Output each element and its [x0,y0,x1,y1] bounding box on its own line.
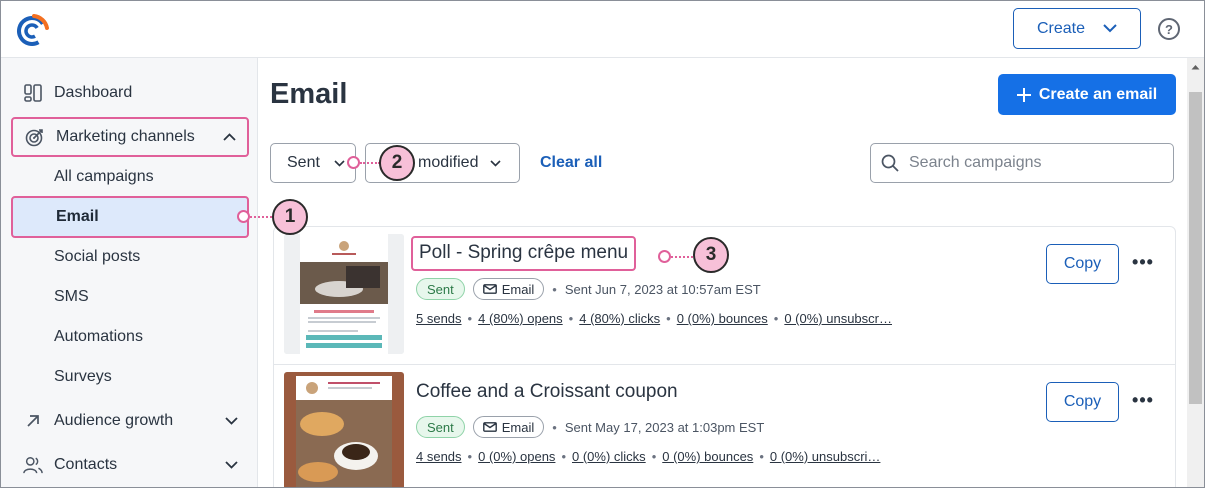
status-filter-dropdown[interactable]: Sent [270,143,356,183]
vertical-scrollbar[interactable] [1187,58,1204,487]
scroll-up-arrow-icon[interactable] [1190,61,1201,72]
chevron-up-icon [223,133,237,141]
help-icon[interactable]: ? [1158,18,1180,40]
sidebar-item-label: Surveys [54,368,112,385]
sent-date: Sent Jun 7, 2023 at 10:57am EST [564,281,761,297]
type-badge-label: Email [501,419,535,435]
sidebar-item-audience-growth[interactable]: Audience growth [11,402,249,440]
callout-3-badge: 3 [693,237,729,273]
envelope-icon [482,422,497,432]
sidebar-item-label: SMS [54,288,89,305]
stat-opens[interactable]: 4 (80%) opens [478,311,563,326]
campaign-stats: 4 sends • 0 (0%) opens • 0 (0%) clicks • 0 … [416,449,881,464]
page-title: Email [270,78,348,110]
search-input[interactable] [909,154,1159,172]
scrollbar-thumb[interactable] [1189,92,1202,404]
plus-icon [1016,87,1031,102]
type-badge: Email [472,278,545,300]
callout-3-anchor [658,250,671,263]
sidebar-item-surveys[interactable]: Surveys [11,357,249,397]
callout-1-badge: 1 [272,199,308,235]
email-preview-image [284,234,404,354]
chevron-down-icon [1103,24,1117,33]
sidebar-item-email[interactable]: Email [11,196,249,238]
sent-date: Sent May 17, 2023 at 1:03pm EST [564,419,765,435]
email-thumbnail[interactable] [284,234,404,354]
sidebar-item-contacts[interactable]: Contacts [11,446,249,484]
callout-1-connector [250,216,272,218]
sidebar-item-sms[interactable]: SMS [11,277,249,317]
campaign-badges: Sent Email • Sent May 17, 2023 at 1:03pm… [416,416,764,438]
clear-all-link[interactable]: Clear all [540,154,602,172]
campaign-card[interactable]: Coffee and a Croissant coupon Sent Email… [274,364,1175,487]
stat-clicks[interactable]: 4 (80%) clicks [579,311,660,326]
create-button-label: Create [1036,19,1086,37]
email-preview-image [284,372,404,487]
sidebar: Dashboard Marketing channels All campaig… [1,58,258,487]
status-badge: Sent [416,416,465,438]
stat-bounces[interactable]: 0 (0%) bounces [677,311,768,326]
sidebar-item-label: Contacts [54,456,118,473]
campaign-title[interactable]: Poll - Spring crêpe menu [411,236,637,271]
sidebar-item-marketing-channels[interactable]: Marketing channels [11,117,249,157]
app-logo-icon[interactable] [15,13,49,47]
callout-2-connector [360,162,380,164]
contacts-icon [23,455,43,475]
more-options-icon[interactable]: ••• [1131,252,1155,272]
separator-dot: • [552,419,557,435]
stat-clicks[interactable]: 0 (0%) clicks [572,449,646,464]
callout-2-anchor [347,156,360,169]
sidebar-item-label: Automations [54,328,143,345]
more-options-icon[interactable]: ••• [1131,390,1155,410]
copy-button[interactable]: Copy [1046,244,1119,284]
sidebar-item-automations[interactable]: Automations [11,317,249,357]
sidebar-item-label: Dashboard [54,84,133,101]
callout-3-connector [671,256,693,258]
type-badge: Email [472,416,545,438]
campaign-badges: Sent Email • Sent Jun 7, 2023 at 10:57am… [416,278,761,300]
create-button[interactable]: Create [1013,8,1141,49]
status-filter-value: Sent [287,154,320,171]
campaign-title[interactable]: Coffee and a Croissant coupon [416,381,678,403]
chevron-down-icon [225,461,239,469]
sidebar-item-dashboard[interactable]: Dashboard [11,74,249,112]
sort-filter-value: modified [418,154,479,171]
separator-dot: • [552,281,557,297]
sidebar-item-label: Audience growth [54,412,174,429]
stat-unsubscribes[interactable]: 0 (0%) unsubscri… [770,449,881,464]
create-email-label: Create an email [1038,85,1158,103]
status-badge: Sent [416,278,465,300]
app-window: Create ? Dashboard Marketing channels Al… [0,0,1205,488]
search-icon [881,154,899,172]
sidebar-item-all-campaigns[interactable]: All campaigns [11,157,249,197]
stat-sends[interactable]: 4 sends [416,449,462,464]
sidebar-item-label: Marketing channels [56,128,195,145]
chevron-down-icon [490,159,502,167]
chevron-down-icon [225,417,239,425]
sidebar-item-label: All campaigns [54,168,154,185]
stat-bounces[interactable]: 0 (0%) bounces [662,449,753,464]
target-icon [25,127,45,147]
main-content: Email Create an email Sent modified Clea… [258,58,1187,487]
create-email-button[interactable]: Create an email [998,74,1176,115]
stat-unsubscribes[interactable]: 0 (0%) unsubscr… [784,311,892,326]
arrow-up-right-icon [23,411,43,431]
type-badge-label: Email [501,281,535,297]
callout-1-anchor [237,210,250,223]
envelope-icon [482,284,497,294]
stat-sends[interactable]: 5 sends [416,311,462,326]
sidebar-item-label: Social posts [54,248,141,265]
sidebar-item-label: Email [56,208,99,225]
search-box[interactable] [870,143,1174,183]
stat-opens[interactable]: 0 (0%) opens [478,449,555,464]
email-thumbnail[interactable] [284,372,404,487]
campaign-stats: 5 sends • 4 (80%) opens • 4 (80%) clicks • … [416,311,892,326]
dashboard-icon [23,83,43,103]
callout-2-badge: 2 [379,145,415,181]
copy-button[interactable]: Copy [1046,382,1119,422]
top-bar: Create ? [1,1,1204,58]
chevron-down-icon [334,159,345,167]
sidebar-item-social-posts[interactable]: Social posts [11,237,249,277]
